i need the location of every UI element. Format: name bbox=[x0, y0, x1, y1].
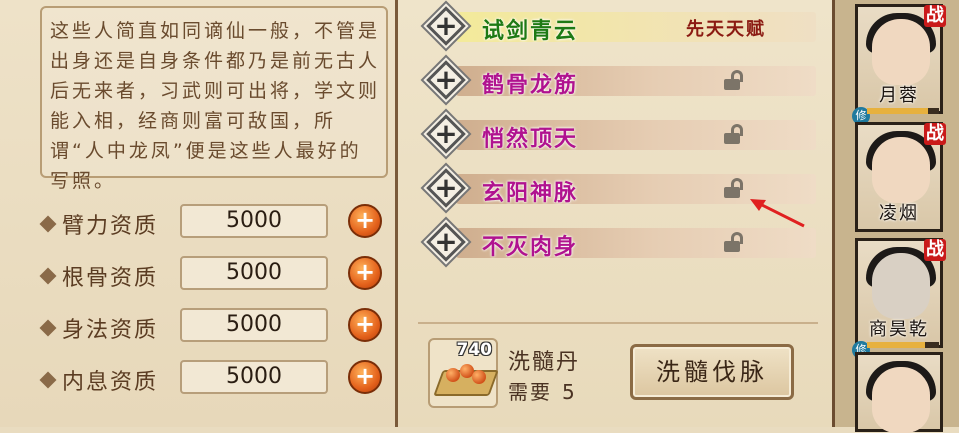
character-name: 凌烟 bbox=[879, 203, 919, 224]
portrait-face bbox=[872, 19, 930, 85]
description-text: 这些人简直如同谪仙一般，不管是出身还是自身条件都乃是前无古人后无来者，习武则可出… bbox=[50, 20, 381, 192]
portrait-mask bbox=[872, 253, 930, 319]
status-bar bbox=[867, 108, 939, 114]
character-card[interactable]: 战 凌烟 bbox=[855, 122, 946, 232]
attribute-label: 内息资质 bbox=[39, 364, 159, 396]
attribute-panel: 这些人简直如同谪仙一般，不管是出身还是自身条件都乃是前无古人后无来者，习武则可出… bbox=[0, 0, 398, 427]
skill-add-icon[interactable]: + bbox=[426, 114, 466, 154]
portrait-face bbox=[872, 367, 930, 433]
attribute-value: 5000 bbox=[180, 204, 328, 238]
attribute-label: 臂力资质 bbox=[39, 208, 159, 240]
attribute-row-strength: 臂力资质 5000 + bbox=[39, 204, 382, 240]
attribute-label: 身法资质 bbox=[39, 312, 159, 344]
attribute-row-bone: 根骨资质 5000 + bbox=[39, 256, 382, 292]
attribute-value: 5000 bbox=[180, 308, 328, 342]
skill-add-icon[interactable]: + bbox=[426, 6, 466, 46]
portrait-face bbox=[872, 137, 930, 203]
attribute-label-text: 根骨资质 bbox=[62, 266, 159, 291]
diamond-bullet-icon bbox=[39, 319, 57, 337]
pointer-arrow-icon bbox=[750, 199, 805, 228]
skill-name: 悄然顶天 bbox=[482, 127, 579, 152]
description-box: 这些人简直如同谪仙一般，不管是出身还是自身条件都乃是前无古人后无来者，习武则可出… bbox=[40, 6, 388, 192]
skill-add-icon[interactable]: + bbox=[426, 222, 466, 262]
attribute-value: 5000 bbox=[180, 360, 328, 394]
character-card[interactable] bbox=[855, 352, 943, 433]
pill-icon bbox=[446, 368, 460, 382]
diamond-bullet-icon bbox=[39, 215, 57, 233]
item-requirement: 需要 5 bbox=[508, 376, 577, 405]
lock-icon[interactable] bbox=[724, 178, 748, 200]
lock-icon[interactable] bbox=[724, 232, 748, 254]
skill-row[interactable]: + 鹤骨龙筋 bbox=[426, 60, 826, 100]
skill-tag: 先天天赋 bbox=[686, 19, 766, 40]
attribute-label-text: 身法资质 bbox=[62, 318, 159, 343]
pill-icon bbox=[472, 370, 486, 384]
divider bbox=[418, 322, 818, 324]
item-count: 740 bbox=[456, 340, 493, 360]
skill-name: 玄阳神脉 bbox=[482, 181, 579, 206]
lock-icon[interactable] bbox=[724, 70, 748, 92]
refine-button[interactable]: 洗髓伐脉 bbox=[630, 344, 794, 400]
skill-row[interactable]: + 悄然顶天 bbox=[426, 114, 826, 154]
requirement-value: 5 bbox=[562, 380, 577, 404]
skill-name: 试剑青云 bbox=[482, 19, 579, 44]
increase-strength-button[interactable]: + bbox=[348, 204, 382, 238]
status-bar-fill bbox=[867, 342, 925, 348]
skill-add-icon[interactable]: + bbox=[426, 168, 466, 208]
character-card[interactable]: 战 月蓉 修 bbox=[852, 4, 946, 125]
attribute-label: 根骨资质 bbox=[39, 260, 159, 292]
battle-badge: 战 bbox=[924, 239, 946, 261]
character-name: 月蓉 bbox=[879, 85, 919, 106]
battle-badge: 战 bbox=[924, 123, 946, 145]
skill-name: 不灭肉身 bbox=[482, 235, 579, 260]
lock-icon[interactable] bbox=[724, 124, 748, 146]
battle-badge: 战 bbox=[924, 5, 946, 27]
increase-agility-button[interactable]: + bbox=[348, 308, 382, 342]
item-name: 洗髓丹 bbox=[508, 350, 581, 375]
increase-inner-button[interactable]: + bbox=[348, 360, 382, 394]
attribute-row-agility: 身法资质 5000 + bbox=[39, 308, 382, 344]
attribute-value: 5000 bbox=[180, 256, 328, 290]
skill-name: 鹤骨龙筋 bbox=[482, 73, 579, 98]
character-card[interactable]: 战 商昊乾 修 bbox=[852, 238, 946, 359]
diamond-bullet-icon bbox=[39, 267, 57, 285]
status-bar bbox=[867, 342, 939, 348]
diamond-bullet-icon bbox=[39, 371, 57, 389]
skill-add-icon[interactable]: + bbox=[426, 60, 466, 100]
item-slot[interactable]: 740 bbox=[428, 338, 499, 408]
character-name: 商昊乾 bbox=[869, 319, 929, 340]
status-bar-fill bbox=[867, 108, 929, 114]
skill-row[interactable]: + 试剑青云 先天天赋 bbox=[426, 6, 826, 46]
attribute-row-inner: 内息资质 5000 + bbox=[39, 360, 382, 396]
attribute-label-text: 臂力资质 bbox=[62, 214, 159, 239]
requirement-label: 需要 bbox=[508, 380, 552, 404]
attribute-label-text: 内息资质 bbox=[62, 370, 159, 395]
increase-bone-button[interactable]: + bbox=[348, 256, 382, 290]
character-list: 战 月蓉 修 战 凌烟 战 商昊乾 修 bbox=[835, 0, 959, 433]
